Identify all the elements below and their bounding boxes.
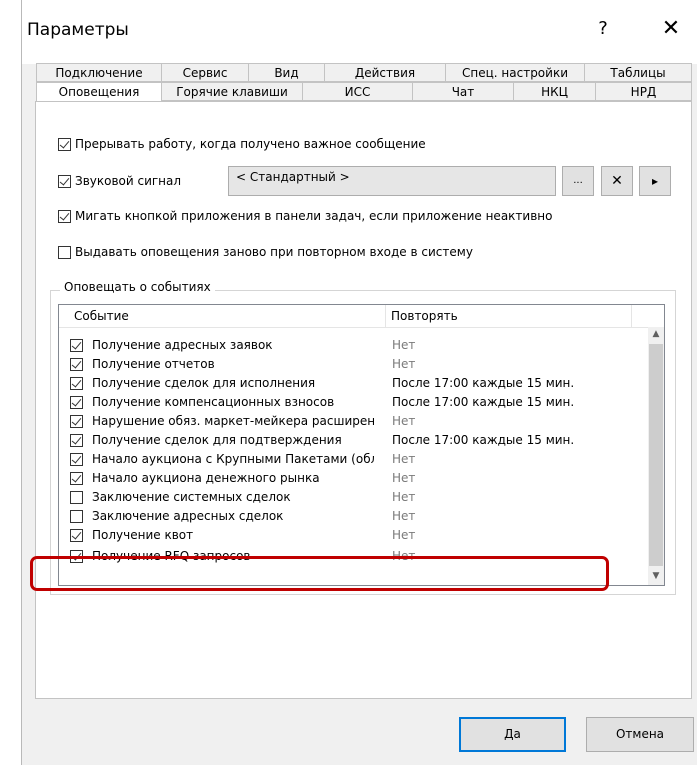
event-row-3[interactable]: Получение компенсационных взносов После 1… [59, 393, 649, 412]
column-event[interactable]: Событие [74, 309, 129, 323]
event-name-1: Получение отчетов [92, 357, 215, 371]
tab-row-top: Подключение Сервис Вид Действия Спец. на… [36, 63, 692, 82]
event-name-7: Начало аукциона денежного рынка [92, 471, 320, 485]
sound-label: Звуковой сигнал [75, 174, 182, 188]
event-name-6: Начало аукциона с Крупными Пакетами (обл… [92, 452, 374, 466]
tab-nkc[interactable]: НКЦ [513, 82, 595, 101]
event-name-5: Получение сделок для подтверждения [92, 433, 342, 447]
event-name-9: Заключение адресных сделок [92, 509, 284, 523]
close-button[interactable]: ✕ [654, 16, 688, 41]
tab-view[interactable]: Вид [248, 63, 324, 82]
flash-checkbox[interactable] [58, 209, 71, 223]
column-separator[interactable] [385, 305, 386, 327]
event-repeat-0: Нет [392, 338, 416, 352]
event-name-0: Получение адресных заявок [92, 338, 273, 352]
event-row-8[interactable]: Заключение системных сделок Нет [59, 488, 649, 507]
event-repeat-1: Нет [392, 357, 416, 371]
event-row-5[interactable]: Получение сделок для подтверждения После … [59, 431, 649, 450]
reissue-option[interactable]: Выдавать оповещения заново при повторном… [58, 245, 473, 259]
sound-checkbox[interactable] [58, 174, 71, 188]
tab-tables[interactable]: Таблицы [584, 63, 692, 82]
title-bar: Параметры ? ✕ [22, 0, 697, 64]
event-name-8: Заключение системных сделок [92, 490, 291, 504]
event-name-10: Получение квот [92, 528, 194, 542]
sound-play-button[interactable]: ▸ [639, 166, 671, 196]
sound-browse-button[interactable]: ... [562, 166, 594, 196]
event-checkbox-1[interactable] [70, 358, 83, 371]
reissue-label: Выдавать оповещения заново при повторном… [75, 245, 473, 259]
help-button[interactable]: ? [588, 18, 618, 39]
tab-hotkeys[interactable]: Горячие клавиши [161, 82, 302, 101]
events-list-header: Событие Повторять [59, 305, 649, 328]
tab-service[interactable]: Сервис [161, 63, 248, 82]
event-row-10[interactable]: Получение квот Нет [59, 526, 649, 545]
annotation-highlight [30, 556, 609, 591]
tab-chat[interactable]: Чат [412, 82, 513, 101]
event-checkbox-3[interactable] [70, 396, 83, 409]
event-repeat-10: Нет [392, 528, 416, 542]
event-row-9[interactable]: Заключение адресных сделок Нет [59, 507, 649, 526]
tab-notifications[interactable]: Оповещения [36, 82, 161, 102]
sound-select-field[interactable]: < Стандартный > [228, 166, 556, 196]
interrupt-checkbox[interactable] [58, 137, 71, 151]
event-checkbox-10[interactable] [70, 529, 83, 542]
event-repeat-3: После 17:00 каждые 15 мин. [392, 395, 575, 409]
event-repeat-2: После 17:00 каждые 15 мин. [392, 376, 575, 390]
event-row-6[interactable]: Начало аукциона с Крупными Пакетами (обл… [59, 450, 649, 469]
event-checkbox-6[interactable] [70, 453, 83, 466]
tab-special-settings[interactable]: Спец. настройки [445, 63, 584, 82]
tab-nrd[interactable]: НРД [595, 82, 692, 101]
event-row-4[interactable]: Нарушение обяз. маркет-мейкера расширен.… [59, 412, 649, 431]
ok-button[interactable]: Да [459, 717, 566, 752]
dialog-title: Параметры [27, 20, 129, 40]
event-row-7[interactable]: Начало аукциона денежного рынка Нет [59, 469, 649, 488]
notifications-panel: Прерывать работу, когда получено важное … [35, 101, 692, 699]
event-checkbox-9[interactable] [70, 510, 83, 523]
sound-clear-button[interactable]: ✕ [601, 166, 633, 196]
cancel-button[interactable]: Отмена [586, 717, 694, 752]
event-name-3: Получение компенсационных взносов [92, 395, 335, 409]
flash-option[interactable]: Мигать кнопкой приложения в панели задач… [58, 209, 552, 223]
column-repeat[interactable]: Повторять [391, 309, 458, 323]
settings-dialog: Параметры ? ✕ Подключение Сервис Вид Дей… [22, 0, 697, 765]
event-repeat-6: Нет [392, 452, 416, 466]
event-repeat-4: Нет [392, 414, 416, 428]
tab-actions[interactable]: Действия [324, 63, 445, 82]
column-separator-end[interactable] [631, 305, 632, 327]
event-repeat-7: Нет [392, 471, 416, 485]
events-group-label: Оповещать о событиях [60, 280, 215, 294]
event-checkbox-5[interactable] [70, 434, 83, 447]
tab-iss[interactable]: ИСС [302, 82, 412, 101]
scrollbar-thumb[interactable] [649, 344, 663, 566]
reissue-checkbox[interactable] [58, 245, 71, 259]
background-window-edge [0, 0, 22, 765]
event-repeat-8: Нет [392, 490, 416, 504]
scroll-up-icon[interactable]: ▲ [648, 329, 664, 339]
events-list[interactable]: Получение адресных заявок Нет Получение о… [58, 304, 665, 586]
interrupt-label: Прерывать работу, когда получено важное … [75, 137, 426, 151]
flash-label: Мигать кнопкой приложения в панели задач… [75, 209, 553, 223]
event-checkbox-4[interactable] [70, 415, 83, 428]
interrupt-option[interactable]: Прерывать работу, когда получено важное … [58, 137, 426, 151]
event-name-2: Получение сделок для исполнения [92, 376, 316, 390]
events-scrollbar[interactable]: ▲ ▼ [648, 327, 664, 585]
event-row-1[interactable]: Получение отчетов Нет [59, 355, 649, 374]
sound-option[interactable]: Звуковой сигнал [58, 174, 181, 188]
event-checkbox-7[interactable] [70, 472, 83, 485]
scroll-down-icon[interactable]: ▼ [648, 571, 664, 581]
event-repeat-9: Нет [392, 509, 416, 523]
event-checkbox-0[interactable] [70, 339, 83, 352]
event-name-4: Нарушение обяз. маркет-мейкера расширен.… [92, 414, 374, 428]
tab-connection[interactable]: Подключение [36, 63, 161, 82]
event-row-2[interactable]: Получение сделок для исполнения После 17:… [59, 374, 649, 393]
event-repeat-5: После 17:00 каждые 15 мин. [392, 433, 575, 447]
events-rows: Получение адресных заявок Нет Получение о… [59, 321, 649, 566]
event-checkbox-2[interactable] [70, 377, 83, 390]
event-row-0[interactable]: Получение адресных заявок Нет [59, 336, 649, 355]
event-checkbox-8[interactable] [70, 491, 83, 504]
tab-row-bottom: Оповещения Горячие клавиши ИСС Чат НКЦ Н… [36, 82, 692, 102]
